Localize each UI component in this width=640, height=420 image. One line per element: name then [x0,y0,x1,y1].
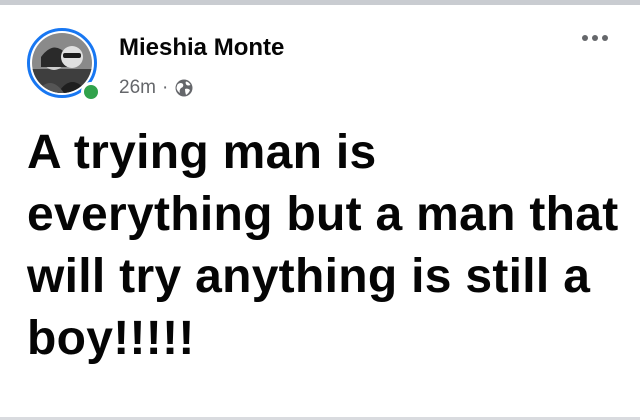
post-text: A trying man is everything but a man tha… [27,126,619,365]
globe-icon[interactable] [174,78,194,98]
more-options-button[interactable] [575,26,615,50]
post-meta: 26m · [119,76,194,100]
online-status-dot [81,82,101,102]
author-name[interactable]: Mieshia Monte [119,34,284,62]
meta-separator: · [161,77,169,98]
post-header: Mieshia Monte 26m · [27,28,627,108]
top-divider [0,0,640,5]
more-options-icon [582,35,608,41]
avatar[interactable] [27,28,103,104]
post-timestamp[interactable]: 26m [119,77,156,99]
